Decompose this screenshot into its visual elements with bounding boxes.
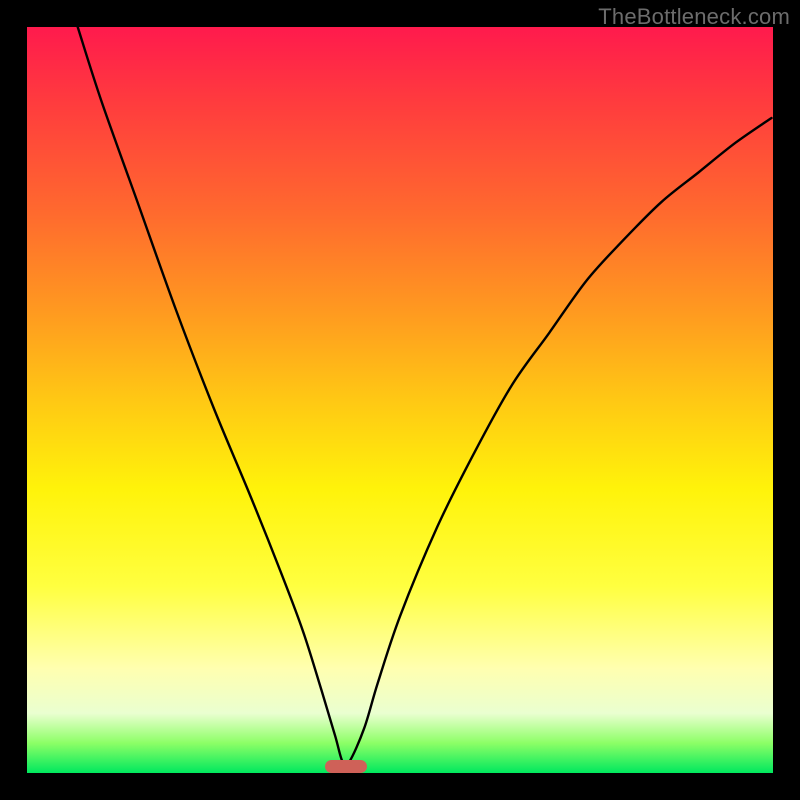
curve-path [78,27,772,766]
optimal-marker [325,760,367,773]
bottleneck-curve [27,27,773,773]
chart-frame [27,27,773,773]
watermark-text: TheBottleneck.com [598,4,790,30]
